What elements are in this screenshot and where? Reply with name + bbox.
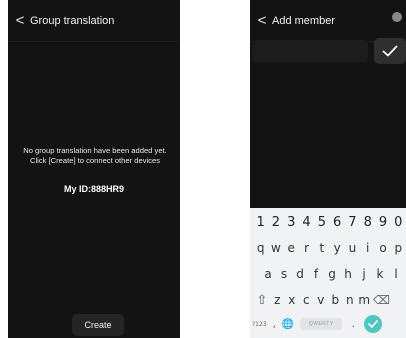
enter-key[interactable]	[364, 315, 383, 333]
check-icon	[382, 45, 398, 57]
key-3[interactable]: 3	[284, 215, 299, 230]
key-4[interactable]: 4	[299, 215, 314, 230]
comma-key[interactable]: ,	[273, 319, 276, 330]
on-screen-keyboard: 1 2 3 4 5 6 7 8 9 0 q w e r t y u i o p …	[250, 208, 406, 338]
key-f[interactable]: f	[308, 267, 324, 281]
key-2[interactable]: 2	[268, 215, 283, 230]
key-0[interactable]: 0	[391, 215, 406, 230]
page-title: Add member	[272, 14, 335, 27]
letter-row-2: a s d f g h j k l	[250, 262, 406, 286]
key-e[interactable]: e	[284, 241, 299, 255]
key-9[interactable]: 9	[375, 215, 390, 230]
shift-key[interactable]: ⇧	[254, 293, 270, 308]
key-v[interactable]: v	[314, 293, 329, 307]
globe-icon[interactable]: 🌐	[282, 319, 294, 330]
key-j[interactable]: j	[356, 267, 372, 281]
key-y[interactable]: y	[329, 241, 344, 255]
add-member-screen: < Add member 1 2 3 4 5 6 7 8 9 0 q w e r…	[250, 0, 406, 338]
key-l[interactable]: l	[388, 267, 404, 281]
confirm-button[interactable]	[374, 38, 406, 64]
space-key[interactable]: QWERTY	[300, 318, 343, 330]
back-button[interactable]: <	[8, 0, 30, 42]
key-1[interactable]: 1	[253, 215, 268, 230]
key-r[interactable]: r	[299, 241, 314, 255]
number-row: 1 2 3 4 5 6 7 8 9 0	[250, 210, 406, 234]
key-z[interactable]: z	[270, 293, 285, 307]
backspace-key[interactable]: ⌫	[372, 293, 392, 307]
key-k[interactable]: k	[372, 267, 388, 281]
key-c[interactable]: c	[299, 293, 314, 307]
symbols-key[interactable]: ?123	[252, 321, 267, 328]
key-h[interactable]: h	[340, 267, 356, 281]
key-8[interactable]: 8	[360, 215, 375, 230]
letter-row-3: ⇧ z x c v b n m ⌫	[250, 288, 406, 312]
period-key[interactable]: .	[348, 319, 358, 330]
page-title: Group translation	[30, 14, 115, 27]
back-button[interactable]: <	[250, 0, 272, 42]
key-g[interactable]: g	[324, 267, 340, 281]
key-t[interactable]: t	[314, 241, 329, 255]
more-icon[interactable]	[392, 12, 402, 22]
key-u[interactable]: u	[345, 241, 360, 255]
key-b[interactable]: b	[328, 293, 343, 307]
key-q[interactable]: q	[253, 241, 268, 255]
header: < Add member	[250, 0, 406, 42]
check-icon	[368, 320, 379, 328]
key-p[interactable]: p	[391, 241, 406, 255]
empty-state-message: No group translation have been added yet…	[23, 146, 167, 165]
key-n[interactable]: n	[343, 293, 358, 307]
key-w[interactable]: w	[268, 241, 283, 255]
key-6[interactable]: 6	[329, 215, 344, 230]
bottom-row: ?123 , 🌐 QWERTY .	[250, 312, 406, 336]
group-translation-screen: < Group translation No group translation…	[8, 0, 180, 338]
letter-row-1: q w e r t y u i o p	[250, 236, 406, 260]
header: < Group translation	[8, 0, 180, 42]
key-a[interactable]: a	[260, 267, 276, 281]
my-id-label: My ID:888HR9	[63, 184, 125, 194]
key-s[interactable]: s	[276, 267, 292, 281]
member-id-input[interactable]	[252, 40, 368, 62]
key-i[interactable]: i	[360, 241, 375, 255]
key-7[interactable]: 7	[345, 215, 360, 230]
key-x[interactable]: x	[285, 293, 300, 307]
key-o[interactable]: o	[375, 241, 390, 255]
key-5[interactable]: 5	[314, 215, 329, 230]
key-d[interactable]: d	[292, 267, 308, 281]
key-m[interactable]: m	[357, 293, 372, 307]
create-button[interactable]: Create	[72, 314, 124, 336]
